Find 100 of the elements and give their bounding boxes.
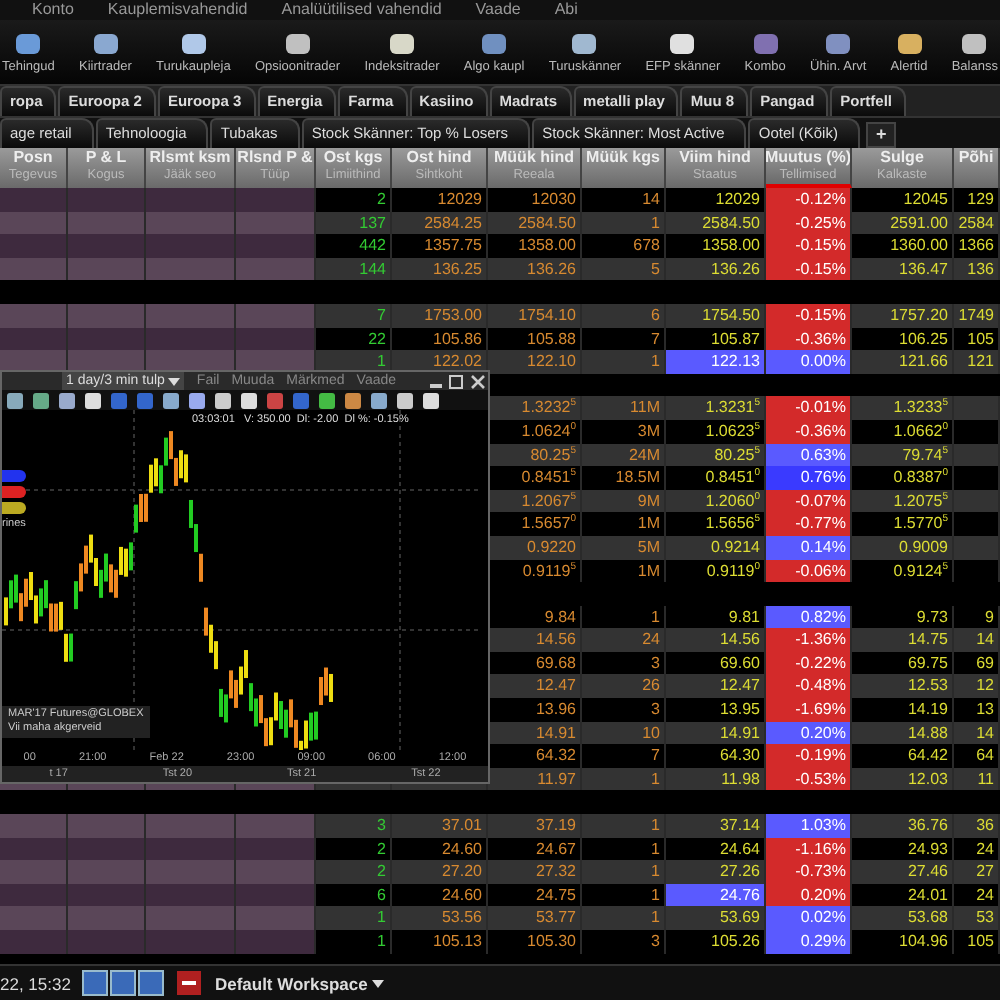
table-cell [954, 396, 1000, 420]
table-cell: 53.77 [488, 906, 582, 930]
change-cell: -0.01% [766, 396, 852, 420]
table-cell: 27.46 [852, 860, 954, 884]
add-tab-button[interactable]: + [865, 122, 897, 148]
legend-pill[interactable] [2, 486, 26, 498]
table-cell: 0.9119$^{0}$ [666, 559, 766, 583]
table-cell: 105.87 [666, 327, 766, 351]
table-cell [146, 814, 236, 838]
menu-item[interactable]: Konto [32, 0, 74, 20]
status-time: 22, 15:32 [0, 973, 71, 993]
table-cell [146, 883, 236, 907]
tool-icon [826, 33, 851, 53]
table-cell [0, 883, 68, 907]
tool-icon [753, 33, 778, 53]
table-cell [146, 837, 236, 861]
table-cell: 14.75 [852, 628, 954, 652]
table-cell: 0.9124$^{5}$ [852, 559, 954, 583]
menu-item[interactable]: Vaade [475, 0, 521, 20]
change-cell: -0.07% [766, 489, 852, 513]
table-cell: 0.9214 [666, 535, 766, 559]
table-cell: 105.88 [488, 327, 582, 351]
workspace-dropdown[interactable]: Default Workspace [214, 973, 384, 993]
table-cell [236, 257, 316, 281]
change-cell: -0.15% [766, 257, 852, 281]
table-cell: 24.01 [852, 883, 954, 907]
table-cell [68, 814, 146, 838]
table-cell: 79.74$^{5}$ [852, 443, 954, 467]
table-cell: 1 [582, 605, 666, 629]
menu-item[interactable]: Abi [554, 0, 578, 20]
table-cell: 12.53 [852, 674, 954, 699]
table-cell: 1.3233$^{5}$ [852, 396, 954, 420]
minus-icon[interactable] [177, 971, 202, 995]
table-cell: 69 [954, 651, 1000, 675]
menu-item[interactable]: Analüütilised vahendid [281, 0, 442, 20]
table-cell: 24.67 [488, 837, 582, 861]
table-cell: 24 [954, 837, 1000, 861]
table-cell: 144 [316, 257, 392, 281]
layout-icon[interactable] [110, 970, 137, 996]
minimize-icon[interactable] [430, 383, 442, 387]
table-cell: 137 [316, 211, 392, 235]
table-cell: 11 [954, 767, 1000, 791]
menu-item[interactable]: Kauplemisvahendid [107, 0, 248, 20]
legend-pill[interactable] [2, 502, 26, 514]
change-cell: -0.22% [766, 651, 852, 675]
table-cell: 122.13 [666, 350, 766, 374]
table-cell: 1 [582, 350, 666, 374]
tool-icon [572, 33, 597, 53]
table-cell [146, 234, 236, 258]
table-cell [68, 906, 146, 930]
table-cell [146, 257, 236, 281]
table-cell: 7 [582, 327, 666, 351]
table-cell [236, 860, 316, 884]
table-cell: 5M [582, 535, 666, 559]
table-cell [236, 211, 316, 235]
change-cell: -0.53% [766, 767, 852, 791]
table-cell: 53.56 [392, 906, 488, 930]
table-cell: 2 [316, 860, 392, 884]
maximize-icon[interactable] [449, 374, 463, 388]
change-cell: -0.36% [766, 327, 852, 351]
table-cell: 24.93 [852, 837, 954, 861]
table-cell: 11.97 [488, 767, 582, 791]
table-cell: 1749 [954, 303, 1000, 328]
table-cell: 69.75 [852, 651, 954, 675]
table-cell [68, 327, 146, 351]
table-cell: 10 [582, 721, 666, 745]
table-cell: 12.47 [488, 674, 582, 699]
tool-icon [16, 33, 41, 53]
table-cell: 106.25 [852, 327, 954, 351]
table-cell [0, 188, 68, 212]
table-cell: 2584.50 [488, 211, 582, 235]
table-cell: 14.56 [666, 628, 766, 652]
layout-icon[interactable] [138, 970, 165, 996]
table-cell: 7 [316, 303, 392, 328]
layout-icon[interactable] [82, 970, 109, 996]
table-cell: 136.25 [392, 257, 488, 281]
table-cell [146, 906, 236, 930]
table-cell: 69.60 [666, 651, 766, 675]
table-cell: 36 [954, 814, 1000, 838]
change-cell: 0.00% [766, 350, 852, 374]
table-cell: 27 [954, 860, 1000, 884]
table-cell: 1366 [954, 234, 1000, 258]
table-cell: 0.9009 [852, 535, 954, 559]
table-cell: 1753.00 [392, 303, 488, 328]
table-cell: 1.3232$^{5}$ [488, 396, 582, 420]
close-icon[interactable] [470, 373, 486, 389]
table-cell: 3 [582, 651, 666, 675]
table-cell: 53.68 [852, 906, 954, 930]
change-cell: -0.36% [766, 419, 852, 444]
table-cell: 37.01 [392, 814, 488, 838]
table-cell [954, 535, 1000, 559]
table-cell: 9.73 [852, 605, 954, 629]
change-cell: 0.63% [766, 443, 852, 467]
change-cell: -0.25% [766, 211, 852, 235]
table-cell [236, 303, 316, 328]
table-cell: 9.81 [666, 605, 766, 629]
table-cell: 22 [316, 327, 392, 351]
table-cell [68, 234, 146, 258]
change-cell: 0.14% [766, 535, 852, 559]
table-cell: 37.19 [488, 814, 582, 838]
